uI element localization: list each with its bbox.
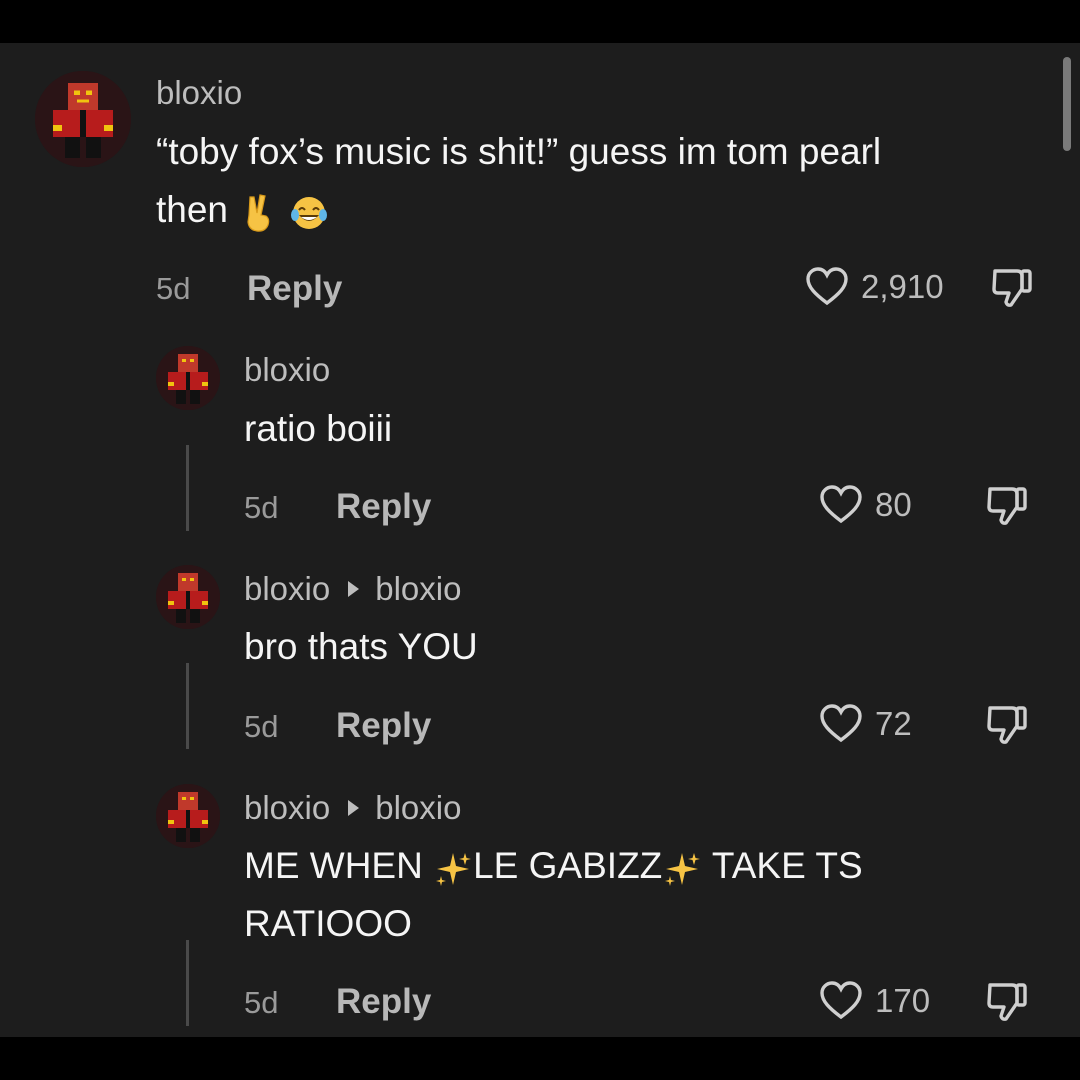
comment-text-line: RATIOOO [244, 903, 412, 944]
comment-timestamp: 5d [156, 271, 191, 306]
comment-text-line: then [156, 181, 1046, 239]
comment-text-part: TAKE TS [711, 845, 863, 886]
like-count: 2,910 [861, 268, 944, 305]
comment-text-part: LE GABIZZ [473, 845, 663, 886]
dislike-icon[interactable] [989, 265, 1035, 311]
heart-icon [820, 981, 862, 1020]
comment-username[interactable]: bloxio [156, 74, 242, 112]
comment-timestamp: 5d [244, 490, 279, 525]
reply-to-username[interactable]: bloxio [375, 570, 461, 608]
username-text[interactable]: bloxio [244, 570, 330, 608]
comment-text: ratio boiii [244, 408, 393, 449]
comment-text: ME WHEN LE GABIZZ TAKE TS RATIOOO [244, 837, 1034, 953]
like-count: 80 [875, 486, 912, 523]
username-text[interactable]: bloxio [244, 789, 330, 827]
reply-to-username[interactable]: bloxio [375, 789, 461, 827]
avatar-image [156, 565, 220, 629]
thread-line [186, 940, 189, 1026]
thread-line [186, 445, 189, 531]
sparkles-emoji-icon [662, 848, 702, 888]
avatar[interactable] [35, 71, 131, 167]
comment-timestamp: 5d [244, 709, 279, 744]
comment-timestamp: 5d [244, 985, 279, 1020]
reply-button[interactable]: Reply [336, 982, 431, 1022]
comment-text: bro thats YOU [244, 626, 478, 667]
dislike-icon[interactable] [984, 702, 1030, 748]
reply-button[interactable]: Reply [247, 269, 342, 309]
tears-of-joy-emoji-icon [289, 192, 329, 232]
like-button[interactable]: 2,910 [805, 267, 944, 307]
avatar-image [35, 71, 131, 167]
sparkles-emoji-icon [433, 848, 473, 888]
username-text[interactable]: bloxio [156, 74, 242, 112]
dislike-icon[interactable] [984, 483, 1030, 529]
like-count: 170 [875, 982, 931, 1019]
comment-username[interactable]: bloxio bloxio [244, 570, 461, 608]
reply-arrow-icon [348, 800, 360, 816]
comment-username[interactable]: bloxio bloxio [244, 789, 461, 827]
dislike-icon[interactable] [984, 979, 1030, 1025]
comment-username[interactable]: bloxio [244, 351, 330, 389]
comment-text-line: “toby fox’s music is shit!” guess im tom… [156, 131, 882, 172]
heart-icon [820, 704, 862, 743]
avatar[interactable] [156, 346, 220, 410]
like-button[interactable]: 80 [819, 485, 912, 525]
reply-button[interactable]: Reply [336, 706, 431, 746]
avatar-image [156, 346, 220, 410]
comment-text-word: then [156, 189, 229, 230]
victory-hand-emoji-icon [238, 192, 278, 232]
heart-icon [820, 485, 862, 524]
avatar[interactable] [156, 565, 220, 629]
reply-button[interactable]: Reply [336, 487, 431, 527]
scrollbar[interactable] [1063, 57, 1071, 151]
heart-icon [806, 267, 848, 306]
comment-text-line: ME WHEN LE GABIZZ TAKE TS [244, 837, 1034, 895]
comment-text: “toby fox’s music is shit!” guess im tom… [156, 123, 1046, 239]
comments-panel: bloxio “toby fox’s music is shit!” guess… [0, 43, 1080, 1037]
like-button[interactable]: 72 [819, 704, 912, 744]
reply-arrow-icon [348, 581, 360, 597]
avatar[interactable] [156, 784, 220, 848]
comment-text-part: ME WHEN [244, 845, 434, 886]
thread-line [186, 663, 189, 749]
username-text[interactable]: bloxio [244, 351, 330, 389]
avatar-image [156, 784, 220, 848]
like-count: 72 [875, 705, 912, 742]
like-button[interactable]: 170 [819, 981, 930, 1021]
